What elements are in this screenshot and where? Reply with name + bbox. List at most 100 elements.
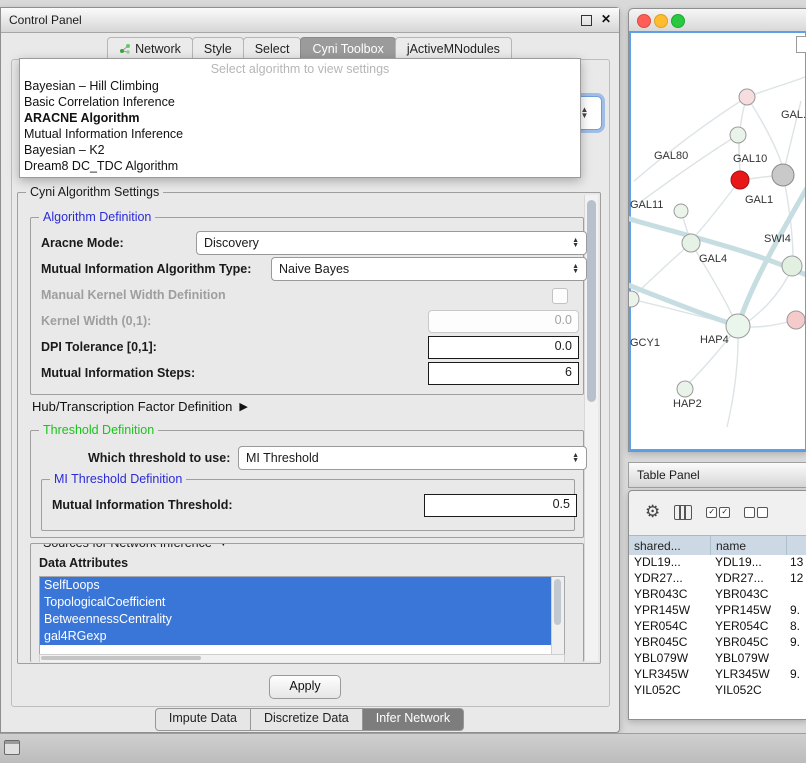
gear-icon[interactable]: ⚙ <box>645 502 660 522</box>
table-row[interactable]: YER054CYER054C8. <box>629 619 806 635</box>
dpi-tolerance-field[interactable]: 0.0 <box>428 336 579 359</box>
algorithm-option-basic-correlation-inference[interactable]: Basic Correlation Inference <box>20 94 580 110</box>
control-panel-titlebar[interactable]: Control Panel ✕ <box>1 8 619 33</box>
list-item-selfloops[interactable]: SelfLoops <box>40 577 552 594</box>
bottom-tab-discretize-data[interactable]: Discretize Data <box>250 708 363 731</box>
table-cell: YIL052C <box>710 683 785 699</box>
algorithm-option-aracne-algorithm[interactable]: ARACNE Algorithm <box>20 110 580 126</box>
network-node[interactable] <box>787 311 805 329</box>
tab-jactivemnodules[interactable]: jActiveMNodules <box>395 37 512 60</box>
select-all-checks-icon[interactable]: ✓ ✓ <box>706 507 730 518</box>
network-window-titlebar[interactable] <box>629 9 806 32</box>
list-item-topologicalcoefficient[interactable]: TopologicalCoefficient <box>40 594 552 611</box>
table-header-row[interactable]: shared...name <box>629 535 806 557</box>
aracne-mode-row: Aracne Mode: Discovery ▲▼ <box>31 232 583 254</box>
network-node[interactable] <box>782 256 802 276</box>
bottom-tab-infer-network[interactable]: Infer Network <box>362 708 464 731</box>
threshold-definition-group: Threshold Definition Which threshold to … <box>30 430 584 538</box>
close-traffic-icon[interactable] <box>637 14 651 28</box>
network-toolbar-fragment <box>796 36 806 53</box>
tab-select[interactable]: Select <box>243 37 302 60</box>
algorithm-option-dream8-dc-tdc-algorithm[interactable]: Dream8 DC_TDC Algorithm <box>20 158 580 174</box>
table-panel-header[interactable]: Table Panel <box>628 462 806 488</box>
deselect-all-checks-icon[interactable] <box>744 507 768 518</box>
which-threshold-select[interactable]: MI Threshold ▲▼ <box>238 446 587 470</box>
column-header-shared-[interactable]: shared... <box>629 536 711 556</box>
table-cell: 9. <box>785 667 806 683</box>
network-node[interactable] <box>730 127 746 143</box>
zoom-traffic-icon[interactable] <box>671 14 685 28</box>
algorithm-definition-group: Algorithm Definition Aracne Mode: Discov… <box>30 217 584 395</box>
tab-network[interactable]: Network <box>107 37 193 60</box>
minimize-traffic-icon[interactable] <box>654 14 668 28</box>
minimized-panel-icon[interactable] <box>4 740 20 755</box>
mi-type-select[interactable]: Naive Bayes ▲▼ <box>271 257 587 281</box>
table-row[interactable]: YLR345WYLR345W9. <box>629 667 806 683</box>
table-row[interactable]: YPR145WYPR145W9. <box>629 603 806 619</box>
tab-label: jActiveMNodules <box>407 42 500 56</box>
close-icon[interactable]: ✕ <box>601 12 611 26</box>
table-row[interactable]: YDR27...YDR27...12 <box>629 571 806 587</box>
mi-type-value: Naive Bayes <box>279 262 349 276</box>
table-cell: YPR145W <box>710 603 785 619</box>
list-scrollbar[interactable] <box>551 577 564 655</box>
list-hscrollbar-thumb[interactable] <box>41 656 201 660</box>
tab-style[interactable]: Style <box>192 37 244 60</box>
network-node[interactable] <box>739 89 755 105</box>
network-node[interactable] <box>772 164 794 186</box>
network-node[interactable] <box>682 234 700 252</box>
tab-cyni-toolbox[interactable]: Cyni Toolbox <box>300 37 395 60</box>
sources-group: Sources for Network Inference ▼ Data Att… <box>30 543 584 662</box>
checked-box-icon: ✓ <box>719 507 730 518</box>
network-node[interactable] <box>674 204 688 218</box>
bottom-tab-impute-data[interactable]: Impute Data <box>155 708 251 731</box>
table-cell: YDL19... <box>710 555 785 571</box>
column-header-2[interactable] <box>787 536 806 556</box>
node-label-gcy1: GCY1 <box>630 337 660 349</box>
sources-group-title-row[interactable]: Sources for Network Inference ▼ <box>39 543 233 550</box>
list-hscrollbar[interactable] <box>39 654 565 662</box>
algorithm-option-bayesian-hill-climbing[interactable]: Bayesian – Hill Climbing <box>20 78 580 94</box>
list-item-gal4rgexp[interactable]: gal4RGexp <box>40 628 552 645</box>
table-cell: YBL079W <box>710 651 785 667</box>
list-scrollbar-thumb[interactable] <box>554 579 561 625</box>
table-cell: 8. <box>785 619 806 635</box>
table-row[interactable]: YDL19...YDL19...13 <box>629 555 806 571</box>
table-row[interactable]: YBR045CYBR045C9. <box>629 635 806 651</box>
float-window-icon[interactable] <box>581 15 592 26</box>
kernel-width-field[interactable]: 0.0 <box>428 310 579 333</box>
network-node[interactable] <box>731 171 749 189</box>
apply-button[interactable]: Apply <box>269 675 341 699</box>
tab-label: Style <box>204 42 232 56</box>
mi-threshold-label: Mutual Information Threshold: <box>52 498 233 512</box>
data-attributes-list[interactable]: SelfLoopsTopologicalCoefficientBetweenne… <box>39 576 565 656</box>
mi-threshold-field[interactable]: 0.5 <box>424 494 577 517</box>
aracne-mode-select[interactable]: Discovery ▲▼ <box>196 231 587 255</box>
table-row[interactable]: YBL079WYBL079W <box>629 651 806 667</box>
status-bar <box>0 733 806 763</box>
network-canvas[interactable]: GAL...GAL80GAL10GAL11GAL1SWI4GAL4GCY1HAP… <box>629 31 806 451</box>
table-cell: YBL079W <box>629 651 710 667</box>
table-row[interactable]: YIL052CYIL052C <box>629 683 806 699</box>
control-panel-title: Control Panel <box>1 13 82 27</box>
table-cell: YBR045C <box>710 635 785 651</box>
hub-definition-toggle[interactable]: Hub/Transcription Factor Definition ▶ <box>32 399 248 414</box>
list-item-betweennesscentrality[interactable]: BetweennessCentrality <box>40 611 552 628</box>
algorithm-option-bayesian-k2[interactable]: Bayesian – K2 <box>20 142 580 158</box>
column-header-name[interactable]: name <box>711 536 787 556</box>
network-graph[interactable]: GAL...GAL80GAL10GAL11GAL1SWI4GAL4GCY1HAP… <box>629 31 805 451</box>
algorithm-option-mutual-information-inference[interactable]: Mutual Information Inference <box>20 126 580 142</box>
network-node[interactable] <box>726 314 750 338</box>
table-cell <box>785 651 806 667</box>
columns-icon[interactable] <box>674 505 692 520</box>
settings-group-title: Cyni Algorithm Settings <box>26 185 163 199</box>
manual-kernel-checkbox[interactable] <box>552 288 568 304</box>
network-node[interactable] <box>677 381 693 397</box>
table-row[interactable]: YBR043CYBR043C <box>629 587 806 603</box>
settings-scrollbar-thumb[interactable] <box>587 200 596 402</box>
table-cell: 9. <box>785 635 806 651</box>
node-label-gal80: GAL80 <box>654 150 688 162</box>
node-label-gal11: GAL11 <box>630 199 663 211</box>
mi-steps-field[interactable]: 6 <box>428 362 579 385</box>
mi-threshold-row: Mutual Information Threshold: 0.5 <box>42 494 574 516</box>
